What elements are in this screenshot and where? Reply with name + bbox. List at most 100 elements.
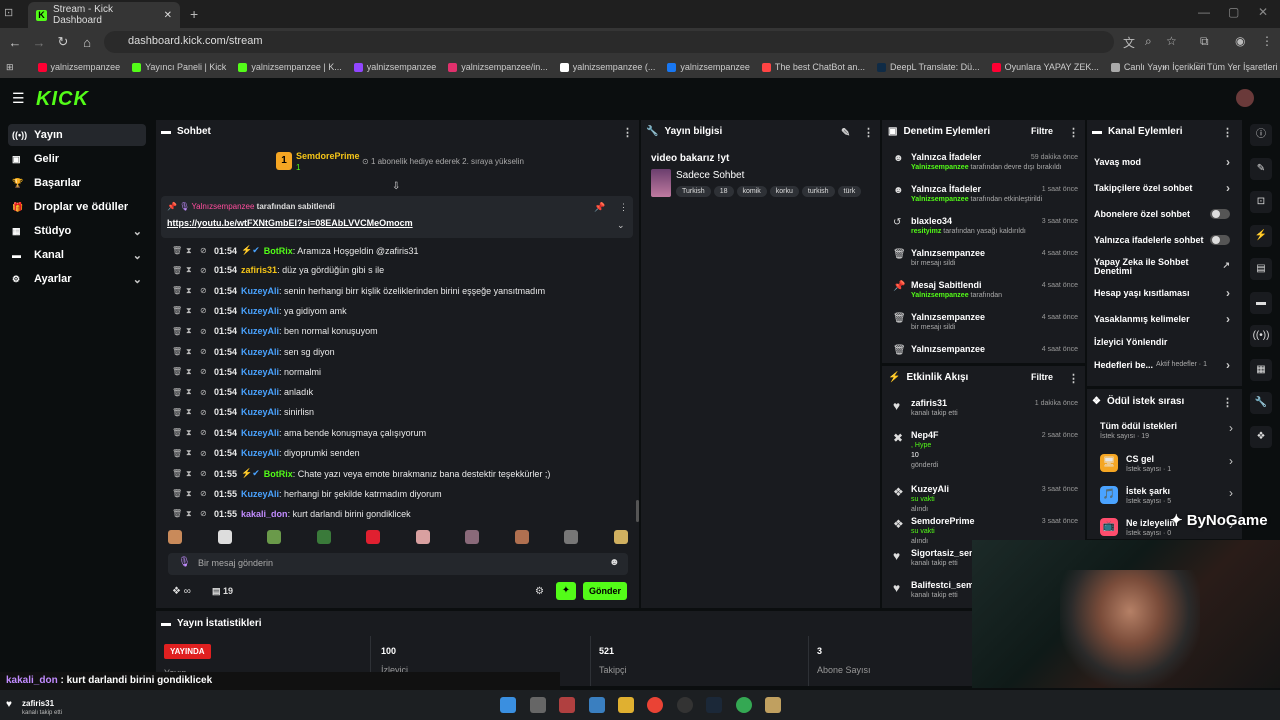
reload-icon[interactable]: ↻	[51, 34, 75, 50]
edit-info-icon[interactable]: ✎	[841, 126, 850, 139]
ban-icon[interactable]: ⊘	[200, 449, 210, 458]
extensions-icon[interactable]: ⧉	[1200, 34, 1209, 49]
bookmark-item[interactable]: yalnizsempanzee (...	[554, 62, 662, 72]
stream-tag[interactable]: turkish	[801, 186, 835, 197]
message-username[interactable]: KuzeyAli	[241, 306, 279, 316]
hamburger-menu-icon[interactable]: ☰	[12, 90, 25, 107]
bookmark-item[interactable]: Yayıncı Paneli | Kick	[126, 62, 232, 72]
stream-tag[interactable]: komik	[736, 186, 767, 197]
ban-icon[interactable]: ⊘	[200, 509, 210, 518]
toggle-switch[interactable]	[1210, 235, 1230, 245]
forward-icon[interactable]: →	[27, 35, 51, 50]
back-icon[interactable]: ←	[3, 35, 27, 50]
translate-icon[interactable]: 文	[1123, 34, 1135, 51]
toggle-switch[interactable]	[1210, 209, 1230, 219]
emoji-picker-icon[interactable]: ☻	[609, 557, 620, 568]
close-window-icon[interactable]: ✕	[1258, 5, 1268, 19]
ban-icon[interactable]: ⊘	[200, 469, 210, 478]
timeout-icon[interactable]: ⧗	[186, 489, 196, 499]
activity-options-icon[interactable]: ⋮	[1068, 372, 1079, 385]
chat-message[interactable]: 🗑 ⧗ ⊘ 01:54 KuzeyAli: sinirlisn	[172, 407, 314, 417]
timeout-icon[interactable]: ⧗	[186, 387, 196, 397]
ban-icon[interactable]: ⊘	[200, 327, 210, 336]
ban-icon[interactable]: ⊘	[200, 367, 210, 376]
media-icon[interactable]: ▦	[1250, 358, 1272, 381]
message-username[interactable]: KuzeyAli	[241, 407, 279, 417]
activity-filter-button[interactable]: Filtre	[1031, 372, 1053, 382]
wrench-icon[interactable]: 🔧	[1250, 392, 1272, 414]
message-username[interactable]: KuzeyAli	[241, 448, 279, 458]
send-button[interactable]: Gönder	[583, 582, 627, 600]
app2-icon[interactable]	[765, 697, 781, 713]
stream-tag[interactable]: korku	[769, 186, 799, 197]
chat-message[interactable]: 🗑 ⧗ ⊘ 01:55 kakali_don: kurt darlandi birini…	[172, 509, 411, 519]
channel-action-2[interactable]: Abonelere özel sohbet	[1094, 209, 1234, 219]
chat-message[interactable]: 🗑 ⧗ ⊘ 01:54 KuzeyAli: senin herhangi birr ki…	[172, 286, 545, 296]
chat-message[interactable]: 🗑 ⧗ ⊘ 01:54 KuzeyAli: anladık	[172, 387, 313, 397]
tab-search-icon[interactable]: ⊡	[4, 6, 13, 19]
channel-action-3[interactable]: Yalnızca ifadelerle sohbet	[1094, 235, 1234, 245]
pinned-link[interactable]: https://youtu.be/wtFXNtGmbEI?si=08EAbLVV…	[167, 218, 413, 228]
emote-icon[interactable]	[217, 530, 232, 544]
delete-message-icon[interactable]: 🗑	[172, 306, 182, 315]
close-tab-icon[interactable]: ✕	[164, 10, 172, 21]
screen-icon[interactable]: ⊡	[1250, 191, 1272, 213]
emote-icon[interactable]	[465, 530, 480, 544]
emote-icon[interactable]	[168, 530, 182, 544]
ban-icon[interactable]: ⊘	[200, 489, 210, 498]
timeout-icon[interactable]: ⧗	[186, 469, 196, 479]
message-username[interactable]: KuzeyAli	[241, 489, 279, 499]
ban-icon[interactable]: ⊘	[200, 388, 210, 397]
delete-message-icon[interactable]: 🗑	[172, 489, 182, 498]
sidebar-item-1[interactable]: ▣ Gelir	[8, 148, 146, 170]
sidebar-item-3[interactable]: 🎁 Droplar ve ödüller	[8, 196, 146, 218]
channel-action-5[interactable]: Hesap yaşı kısıtlaması ›	[1094, 286, 1234, 300]
chat-message[interactable]: 🗑 ⧗ ⊘ 01:54 zafiris31: düz ya gördüğün gibi …	[172, 265, 384, 275]
delete-message-icon[interactable]: 🗑	[172, 367, 182, 376]
bookmark-item[interactable]: DeepL Translate: Dü...	[871, 62, 986, 72]
user-avatar[interactable]	[1236, 89, 1254, 107]
timeout-icon[interactable]: ⧗	[186, 246, 196, 256]
minimize-icon[interactable]: —	[1198, 5, 1210, 19]
bookmark-item[interactable]: yalnizsempanzee	[661, 62, 756, 72]
moderation-filter-button[interactable]: Filtre	[1031, 126, 1053, 136]
message-username[interactable]: BotRix	[264, 469, 293, 479]
bookmark-item[interactable]: yalnizsempanzee/in...	[442, 62, 554, 72]
stream-tag[interactable]: Turkish	[676, 186, 711, 197]
channel-action-4[interactable]: Yapay Zeka ile Sohbet Denetimi ↗	[1094, 257, 1234, 277]
timeout-icon[interactable]: ⧗	[186, 367, 196, 377]
ban-icon[interactable]: ⊘	[200, 347, 210, 356]
all-bookmarks[interactable]: 🗀 Tüm Yer İşaretleri	[1188, 59, 1280, 75]
emote-icon[interactable]	[366, 530, 381, 544]
timeout-icon[interactable]: ⧗	[186, 407, 196, 417]
edit-icon[interactable]: ✎	[1250, 157, 1272, 180]
timeout-icon[interactable]: ⧗	[186, 448, 196, 458]
bookmark-item[interactable]: yalnizsempanzee	[32, 62, 127, 72]
delete-message-icon[interactable]: 🗑	[172, 408, 182, 417]
channel-action-8[interactable]: Hedefleri be... Aktif hedefler · 1 ›	[1094, 358, 1234, 372]
profile-icon[interactable]: ◉	[1235, 34, 1245, 48]
pinned-expand-icon[interactable]: ⌄	[617, 220, 625, 231]
chat-message[interactable]: 🗑 ⧗ ⊘ 01:54 KuzeyAli: normalmi	[172, 367, 321, 377]
info-icon[interactable]: ⓘ	[1250, 124, 1272, 146]
message-username[interactable]: zafiris31	[241, 265, 277, 275]
ban-icon[interactable]: ⊘	[200, 408, 210, 417]
steam-icon[interactable]	[706, 697, 722, 713]
chat-message[interactable]: 🗑 ⧗ ⊘ 01:54 KuzeyAli: sen sg diyon	[172, 347, 335, 357]
channel-action-6[interactable]: Yasaklanmış kelimeler ›	[1094, 312, 1234, 326]
broadcast-icon[interactable]: ((•))	[1250, 325, 1272, 347]
chat-options-icon[interactable]: ⋮	[622, 126, 633, 139]
windows-start-icon[interactable]	[500, 697, 516, 713]
file-explorer-icon[interactable]	[618, 697, 634, 713]
chat-message[interactable]: 🗑 ⧗ ⊘ 01:54 ⚡✔ BotRix: Aramıza Hoşgeldin @zaf…	[172, 245, 418, 256]
moderation-options-icon[interactable]: ⋮	[1068, 126, 1079, 139]
delete-message-icon[interactable]: 🗑	[172, 449, 182, 458]
pinned-options-icon[interactable]: ⋮	[619, 202, 628, 213]
bolt-icon[interactable]: ⚡	[1250, 224, 1272, 247]
kick-logo[interactable]: KICK	[36, 88, 89, 111]
chat-icon[interactable]: ▬	[1250, 291, 1272, 314]
channel-action-7[interactable]: İzleyici Yönlendir	[1094, 337, 1234, 347]
zoom-icon[interactable]: ⌕	[1145, 34, 1152, 49]
delete-message-icon[interactable]: 🗑	[172, 286, 182, 295]
app-icon[interactable]	[559, 697, 575, 713]
